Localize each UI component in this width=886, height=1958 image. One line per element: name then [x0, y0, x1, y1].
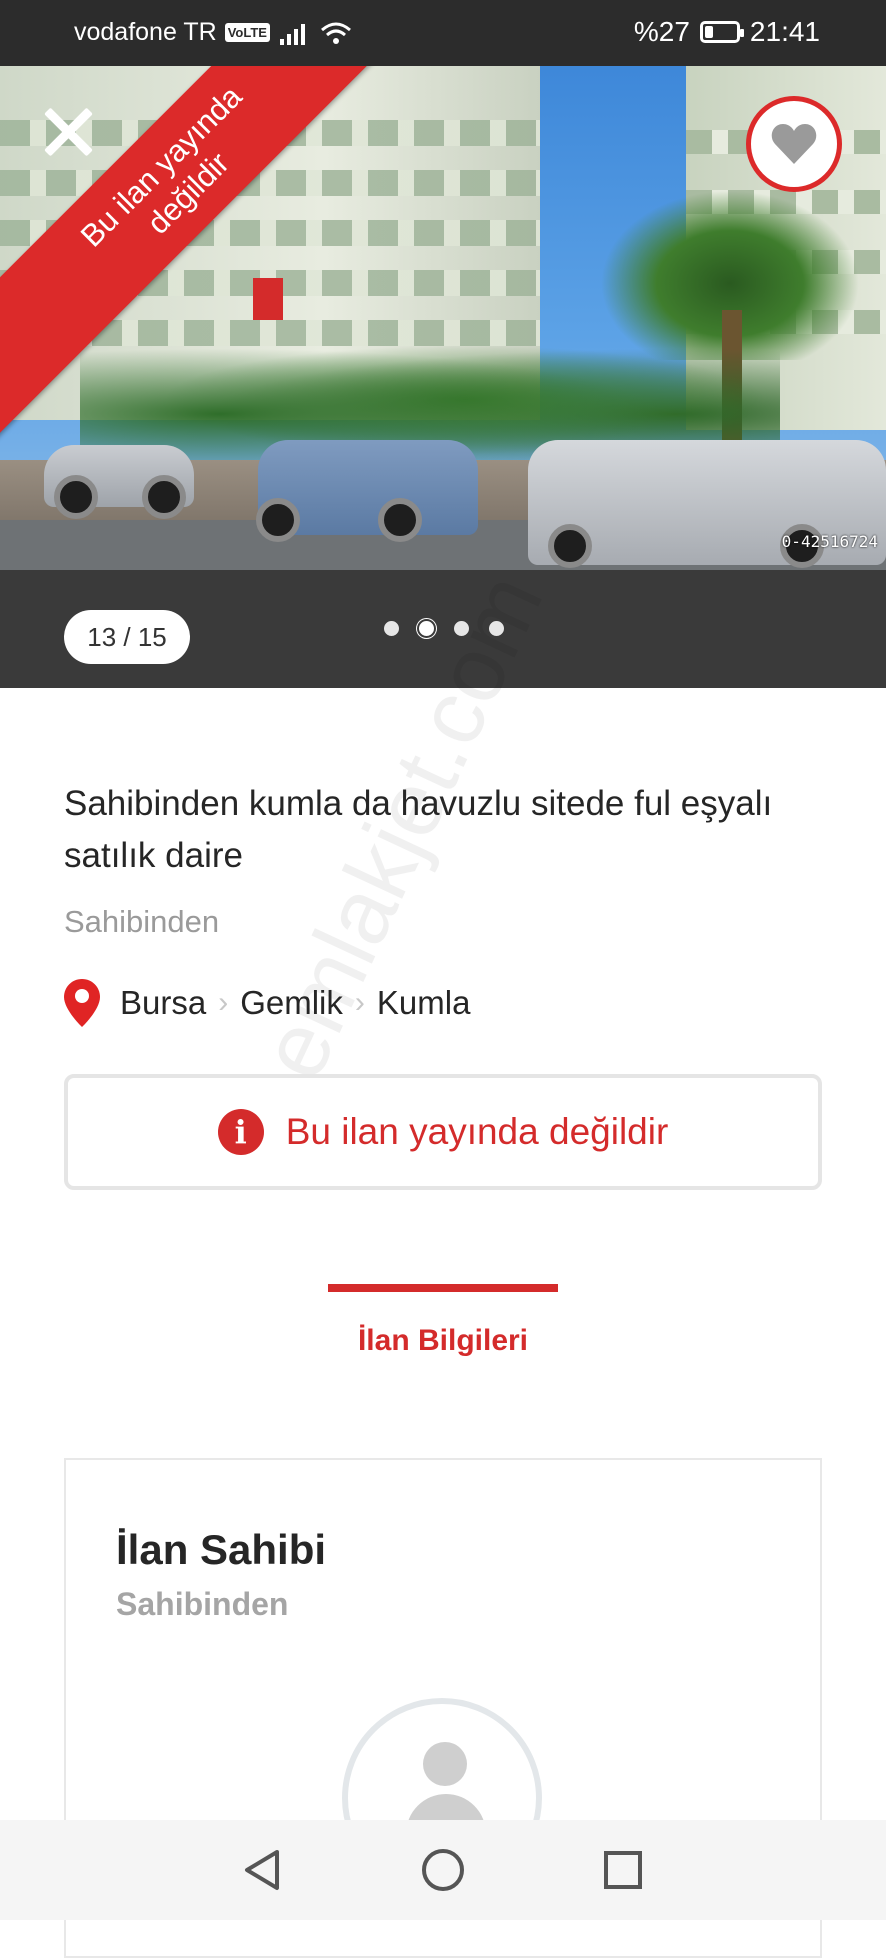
back-button[interactable] [238, 1845, 288, 1895]
photo-flag [253, 278, 283, 320]
gallery-dot[interactable] [489, 621, 504, 636]
heart-icon [771, 124, 817, 164]
photo-code: 0-42516724 [781, 532, 878, 551]
carrier-name: vodafone TR [74, 18, 217, 46]
home-button[interactable] [418, 1845, 468, 1895]
info-icon: i [217, 1109, 264, 1155]
status-bar: vodafone TR VoLTE %27 21:41 [0, 0, 886, 66]
location-district[interactable]: Gemlik [240, 984, 343, 1022]
recents-square-icon [604, 1851, 642, 1889]
back-triangle-icon [245, 1850, 279, 1890]
not-published-notice: i Bu ilan yayında değildir [64, 1074, 822, 1190]
home-circle-icon [422, 1849, 464, 1891]
battery-percent: %27 [633, 16, 690, 47]
gallery-dots [384, 621, 504, 636]
status-right: %27 21:41 [634, 16, 820, 48]
volte-badge: VoLTE [224, 23, 270, 42]
chevron-right-icon: › [218, 986, 229, 1019]
photo-counter: 13 / 15 [64, 610, 190, 664]
gallery-bar: 13 / 15 [0, 570, 886, 688]
wifi-icon [320, 22, 351, 44]
close-icon[interactable] [36, 100, 100, 164]
chevron-right-icon: › [354, 986, 365, 1019]
gallery-dot[interactable] [454, 621, 469, 636]
listing-title: Sahibinden kumla da havuzlu sitede ful e… [64, 784, 773, 875]
gallery-dot[interactable] [419, 621, 434, 636]
photo-car [44, 445, 194, 519]
status-left: vodafone TR VoLTE [74, 18, 352, 47]
seller-type: Sahibinden [64, 904, 220, 939]
location-pin-icon [64, 979, 100, 1027]
signal-icon [279, 23, 305, 45]
tab-listing-info[interactable]: İlan Bilgileri [328, 1284, 558, 1364]
location-neighborhood[interactable]: Kumla [377, 984, 471, 1022]
clock: 21:41 [749, 16, 820, 47]
battery-fill [704, 26, 713, 38]
recents-button[interactable] [598, 1845, 648, 1895]
owner-title: İlan Sahibi [116, 1526, 327, 1573]
location-breadcrumb: Bursa › Gemlik › Kumla [64, 978, 470, 1028]
notice-text: Bu ilan yayında değildir [285, 1111, 669, 1152]
system-nav-bar [0, 1820, 886, 1920]
avatar-head [423, 1742, 467, 1786]
photo-car [256, 440, 478, 542]
battery-icon [699, 21, 744, 43]
gallery-dot[interactable] [384, 621, 399, 636]
tab-label: İlan Bilgileri [357, 1324, 529, 1357]
favorite-button[interactable] [746, 96, 842, 192]
owner-subtitle: Sahibinden [116, 1586, 289, 1622]
tab-active-indicator [328, 1284, 558, 1292]
location-city[interactable]: Bursa [120, 984, 206, 1022]
